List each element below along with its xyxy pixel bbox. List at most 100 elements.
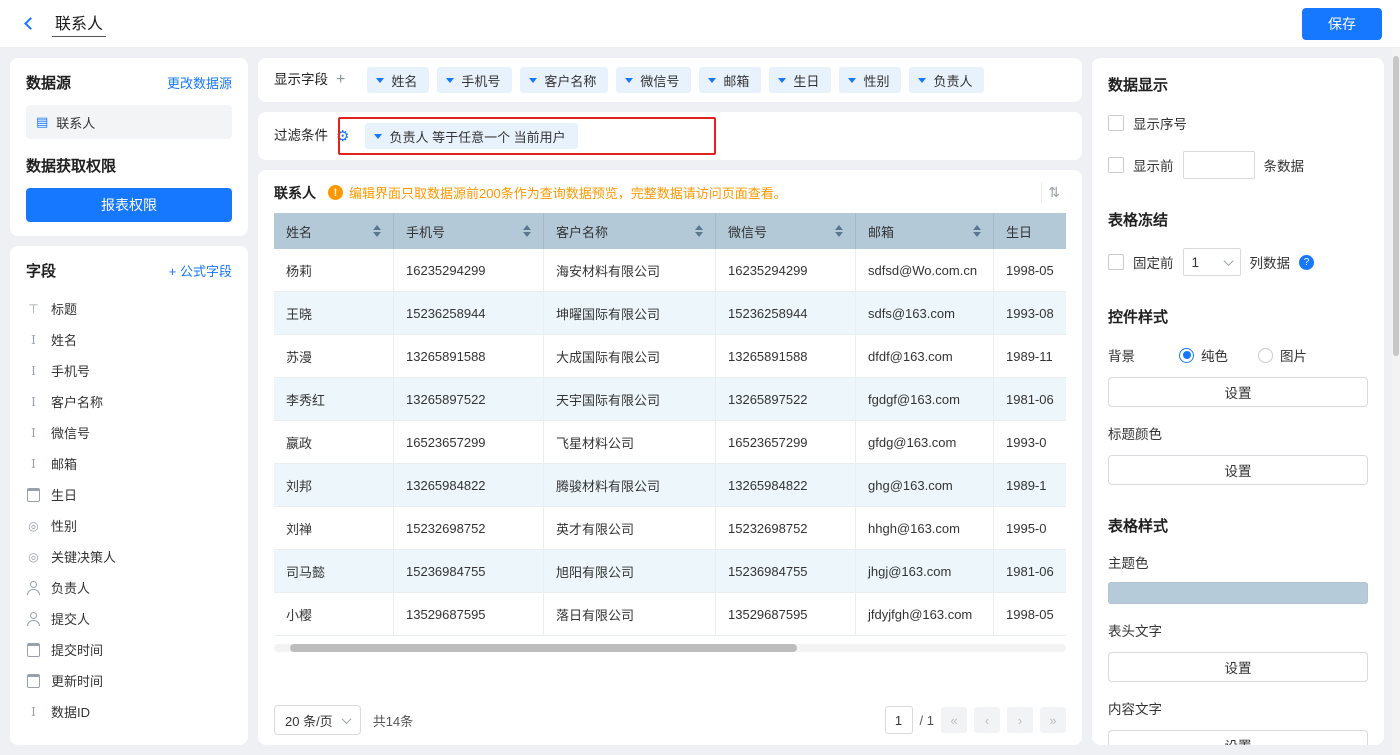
current-page-box[interactable]: 1	[885, 706, 913, 734]
display-field-chip[interactable]: 邮箱	[699, 67, 761, 93]
field-item[interactable]: 负责人	[26, 572, 232, 603]
report-permission-button[interactable]: 报表权限	[26, 188, 232, 222]
last-page-button[interactable]	[1040, 707, 1066, 733]
settings-sidebar: 数据显示 显示序号 显示前 条数据 表格冻结 固定前 1 列数据	[1092, 58, 1384, 745]
field-item[interactable]: 关键决策人	[26, 541, 232, 572]
add-formula-field-link[interactable]: + 公式字段	[169, 261, 232, 280]
display-field-chip[interactable]: 手机号	[437, 67, 512, 93]
sort-icon[interactable]	[973, 225, 981, 237]
page-scrollbar-thumb[interactable]	[1393, 56, 1399, 356]
text-field-icon	[26, 456, 41, 471]
page-size-select[interactable]: 20 条/页	[274, 705, 361, 735]
date-field-icon	[26, 487, 41, 502]
table-row[interactable]: 王晓15236258944坤曜国际有限公司15236258944sdfs@163…	[274, 292, 1066, 335]
table-row[interactable]: 刘邦13265984822腾骏材料有限公司13265984822ghg@163.…	[274, 464, 1066, 507]
next-page-button[interactable]	[1007, 707, 1033, 733]
show-first-suffix: 条数据	[1264, 155, 1305, 175]
display-field-chip[interactable]: 性别	[839, 67, 901, 93]
column-header[interactable]: 手机号	[394, 213, 544, 249]
help-icon[interactable]	[1299, 255, 1314, 270]
add-display-field-button[interactable]: +	[336, 67, 345, 93]
table-row[interactable]: 小樱13529687595落日有限公司13529687595jfdyjfgh@1…	[274, 593, 1066, 636]
column-header[interactable]: 邮箱	[856, 213, 994, 249]
field-item[interactable]: 标题	[26, 293, 232, 324]
change-datasource-link[interactable]: 更改数据源	[167, 73, 232, 92]
column-header[interactable]: 客户名称	[544, 213, 716, 249]
first-page-button[interactable]	[941, 707, 967, 733]
column-header[interactable]: 姓名	[274, 213, 394, 249]
column-header[interactable]: 微信号	[716, 213, 856, 249]
display-field-chip-label: 邮箱	[723, 71, 749, 90]
filter-settings-gear-icon[interactable]: ⚙	[336, 127, 349, 145]
table-row[interactable]: 嬴政16523657299飞星材料公司16523657299gfdg@163.c…	[274, 421, 1066, 464]
freeze-suffix: 列数据	[1250, 252, 1291, 272]
content-text-set-button[interactable]: 设置	[1108, 730, 1368, 745]
field-item[interactable]: 客户名称	[26, 386, 232, 417]
radio-selected-icon[interactable]	[1179, 348, 1194, 363]
horizontal-scrollbar[interactable]	[274, 644, 1066, 652]
theme-color-swatch[interactable]	[1108, 582, 1368, 604]
warning-icon: !	[328, 185, 343, 200]
table-cell: 司马懿	[274, 550, 394, 593]
save-button[interactable]: 保存	[1302, 8, 1382, 40]
field-item[interactable]: 数据ID	[26, 696, 232, 727]
field-item[interactable]: 更新时间	[26, 665, 232, 696]
table-row[interactable]: 李秀红13265897522天宇国际有限公司13265897522fgdgf@1…	[274, 378, 1066, 421]
text-field-icon	[26, 704, 41, 719]
display-field-chip[interactable]: 生日	[769, 67, 831, 93]
display-field-chip[interactable]: 姓名	[367, 67, 429, 93]
field-item[interactable]: 手机号	[26, 355, 232, 386]
column-header[interactable]: 生日	[994, 213, 1066, 249]
field-item[interactable]: 邮箱	[26, 448, 232, 479]
header-text-set-button[interactable]: 设置	[1108, 652, 1368, 682]
display-field-chip[interactable]: 微信号	[616, 67, 691, 93]
sort-icon[interactable]	[695, 225, 703, 237]
field-item[interactable]: 微信号	[26, 417, 232, 448]
solid-color-option[interactable]: 纯色	[1179, 345, 1228, 365]
filter-label: 过滤条件	[274, 123, 328, 149]
image-option[interactable]: 图片	[1258, 345, 1307, 365]
field-item[interactable]: 姓名	[26, 324, 232, 355]
theme-color-label: 主题色	[1108, 552, 1368, 572]
title-color-set-button[interactable]: 设置	[1108, 455, 1368, 485]
freeze-column-select[interactable]: 1	[1183, 248, 1241, 276]
permission-title: 数据获取权限	[26, 155, 232, 176]
display-field-chip[interactable]: 客户名称	[520, 67, 608, 93]
sort-icon[interactable]	[523, 225, 531, 237]
field-item-label: 客户名称	[51, 392, 103, 411]
table-row[interactable]: 杨莉16235294299海安材料有限公司16235294299sdfsd@Wo…	[274, 249, 1066, 292]
radio-unselected-icon[interactable]	[1258, 348, 1273, 363]
prev-page-button[interactable]	[974, 707, 1000, 733]
radio-field-icon	[26, 518, 41, 533]
freeze-checkbox[interactable]	[1108, 254, 1124, 270]
field-item-label: 数据ID	[51, 702, 90, 721]
table-cell: sdfs@163.com	[856, 292, 994, 335]
field-item[interactable]: 提交时间	[26, 634, 232, 665]
display-field-chip[interactable]: 负责人	[909, 67, 984, 93]
show-index-checkbox[interactable]	[1108, 115, 1124, 131]
field-item-label: 标题	[51, 299, 77, 318]
field-item[interactable]: 提交人	[26, 603, 232, 634]
back-button[interactable]	[18, 12, 42, 36]
datasource-item[interactable]: ▤ 联系人	[26, 105, 232, 139]
table-row[interactable]: 司马懿15236984755旭阳有限公司15236984755jhgj@163.…	[274, 550, 1066, 593]
field-item[interactable]: 生日	[26, 479, 232, 510]
background-set-button[interactable]: 设置	[1108, 377, 1368, 407]
chevron-down-icon	[848, 78, 856, 83]
display-fields-card: 显示字段 + 姓名手机号客户名称微信号邮箱生日性别负责人	[258, 58, 1082, 102]
show-first-checkbox[interactable]	[1108, 157, 1124, 173]
sort-icon[interactable]	[835, 225, 843, 237]
field-item[interactable]: 性别	[26, 510, 232, 541]
sort-toggle-icon[interactable]	[1041, 182, 1066, 203]
filter-condition-chip[interactable]: 负责人 等于任意一个 当前用户	[365, 123, 577, 149]
text-field-icon	[26, 363, 41, 378]
sort-icon[interactable]	[373, 225, 381, 237]
page-scrollbar[interactable]	[1392, 48, 1400, 755]
freeze-prefix: 固定前	[1133, 252, 1174, 272]
chevron-down-icon	[374, 134, 382, 139]
show-first-count-input[interactable]	[1183, 151, 1255, 179]
horizontal-scrollbar-thumb[interactable]	[290, 644, 797, 652]
table-row[interactable]: 苏漫13265891588大成国际有限公司13265891588dfdf@163…	[274, 335, 1066, 378]
solid-color-label: 纯色	[1201, 345, 1228, 365]
table-row[interactable]: 刘禅15232698752英才有限公司15232698752hhgh@163.c…	[274, 507, 1066, 550]
